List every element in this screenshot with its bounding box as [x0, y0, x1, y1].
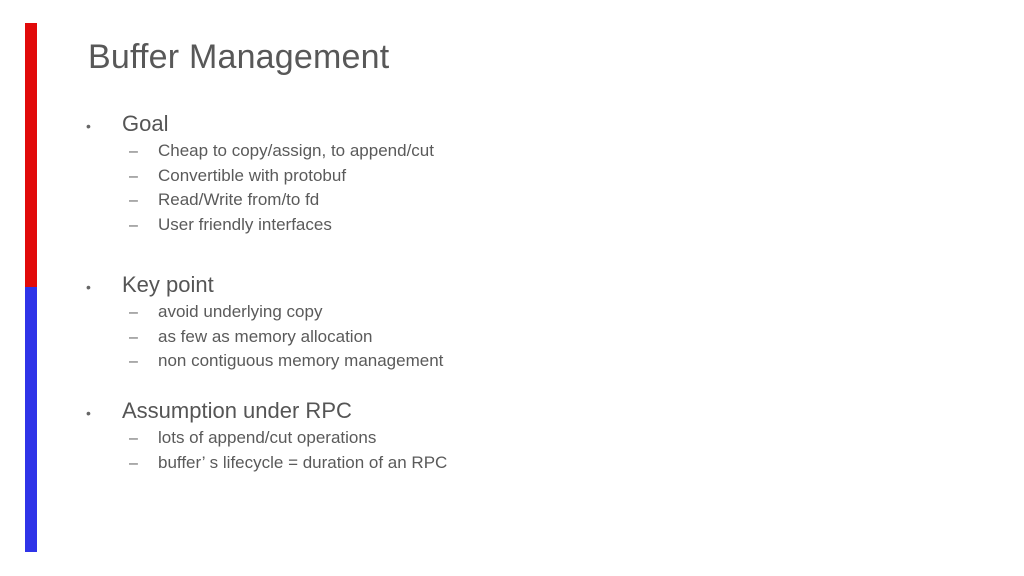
- slide-title: Buffer Management: [88, 38, 390, 76]
- item-text: avoid underlying copy: [158, 302, 323, 321]
- bullet-heading: • Assumption under RPC: [84, 398, 447, 428]
- item-text: Read/Write from/to fd: [158, 190, 320, 209]
- accent-bar-blue: [25, 287, 37, 552]
- section-goal: • Goal – Cheap to copy/assign, to append…: [84, 111, 434, 239]
- bullet-heading: • Goal: [84, 111, 434, 141]
- item-text: User friendly interfaces: [158, 214, 332, 234]
- bullet-icon: •: [86, 405, 91, 421]
- list-item: – lots of append/cut operations: [84, 428, 447, 453]
- bullet-icon: •: [86, 118, 91, 134]
- section-key-point: • Key point – avoid underlying copy – as…: [84, 272, 443, 376]
- section-assumption: • Assumption under RPC – lots of append/…: [84, 398, 447, 477]
- dash-icon: –: [129, 143, 138, 160]
- dash-icon: –: [129, 167, 138, 185]
- dash-icon: –: [129, 328, 138, 346]
- list-item: – User friendly interfaces: [84, 215, 434, 240]
- list-item: – non contiguous memory management: [84, 351, 443, 376]
- list-item: – Read/Write from/to fd: [84, 190, 434, 215]
- dash-icon: –: [129, 216, 138, 234]
- heading-goal: Goal: [122, 111, 169, 136]
- list-item: – Convertible with protobuf: [84, 166, 434, 191]
- list-item: – avoid underlying copy: [84, 302, 443, 327]
- item-text: as few as memory allocation: [158, 326, 373, 346]
- item-text: buffer’ s lifecycle = duration of an RPC: [158, 452, 448, 472]
- dash-icon: –: [129, 430, 138, 447]
- dash-icon: –: [129, 304, 138, 321]
- item-text: non contiguous memory management: [158, 351, 444, 370]
- bullet-icon: •: [86, 279, 91, 295]
- dash-icon: –: [129, 353, 138, 370]
- item-text: Cheap to copy/assign, to append/cut: [158, 141, 434, 160]
- accent-bar-red: [25, 23, 37, 287]
- item-text: Convertible with protobuf: [158, 165, 347, 185]
- list-item: – as few as memory allocation: [84, 327, 443, 352]
- dash-icon: –: [129, 192, 138, 209]
- heading-key-point: Key point: [122, 272, 214, 297]
- heading-assumption: Assumption under RPC: [122, 398, 352, 423]
- item-text: lots of append/cut operations: [158, 428, 377, 447]
- bullet-heading: • Key point: [84, 272, 443, 302]
- dash-icon: –: [129, 454, 138, 472]
- list-item: – Cheap to copy/assign, to append/cut: [84, 141, 434, 166]
- list-item: – buffer’ s lifecycle = duration of an R…: [84, 453, 447, 478]
